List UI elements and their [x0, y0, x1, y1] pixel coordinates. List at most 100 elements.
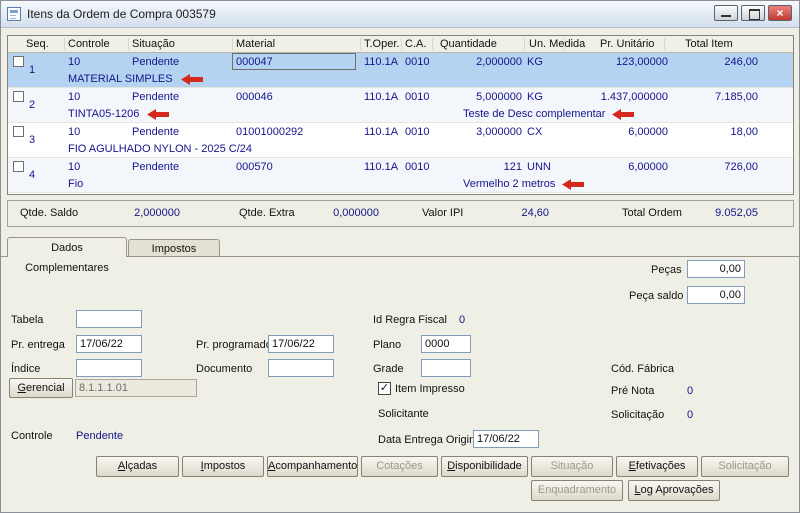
- gerencial-button[interactable]: Gerencial: [9, 378, 73, 398]
- pr-programado-input[interactable]: [268, 335, 334, 353]
- column-header-seq: Seq.: [26, 38, 49, 50]
- cell-toper: 110.1A: [364, 91, 399, 103]
- acompanhamento-button[interactable]: Acompanhamento: [267, 456, 358, 477]
- cell-descricao: TINTA05-1206: [68, 107, 170, 122]
- column-header-un-medida: Un. Medida: [529, 38, 586, 50]
- data-entrega-original-label: Data Entrega Original: [378, 434, 484, 446]
- column-separator: [128, 38, 129, 50]
- log-aprovacoes-button[interactable]: Log Aprovações: [628, 480, 720, 501]
- grid-body: 1 10 Pendente 000047 110.1A 0010 2,00000…: [8, 53, 793, 194]
- cell-un-medida: KG: [527, 91, 543, 103]
- totals-strip: Qtde. Saldo 2,000000 Qtde. Extra 0,00000…: [7, 200, 794, 227]
- pecas-input[interactable]: [687, 260, 745, 278]
- grid-row-3[interactable]: 3 10 Pendente 01001000292 110.1A 0010 3,…: [8, 123, 793, 158]
- grid-row-4[interactable]: 4 10 Pendente 000570 110.1A 0010 121 UNN…: [8, 158, 793, 193]
- column-separator: [432, 38, 433, 50]
- cell-controle: 10: [68, 161, 81, 173]
- cell-total-item: 18,00: [730, 126, 758, 138]
- tab-impostos[interactable]: Impostos: [128, 239, 220, 257]
- documento-input[interactable]: [268, 359, 334, 377]
- peca-saldo-input[interactable]: [687, 286, 745, 304]
- cell-seq: 1: [28, 64, 36, 76]
- column-header-controle: Controle: [68, 38, 110, 50]
- cell-un-medida: KG: [527, 56, 543, 68]
- cell-material: 01001000292: [236, 126, 304, 138]
- column-separator: [64, 38, 65, 50]
- id-regra-fiscal-value: 0: [459, 314, 466, 326]
- grade-input[interactable]: [421, 359, 471, 377]
- window-title: Itens da Ordem de Compra 003579: [27, 7, 216, 21]
- grid-row-2[interactable]: 2 10 Pendente 000046 110.1A 0010 5,00000…: [8, 88, 793, 123]
- cell-quantidade: 121: [503, 161, 522, 173]
- close-button[interactable]: ×: [768, 5, 792, 21]
- cell-quantidade: 2,000000: [476, 56, 522, 68]
- total-ordem-label: Total Ordem: [622, 207, 682, 219]
- cell-un-medida: UNN: [527, 161, 551, 173]
- window-icon: [7, 7, 21, 21]
- column-separator: [524, 38, 525, 50]
- cell-toper: 110.1A: [364, 126, 399, 138]
- item-impresso-checkbox[interactable]: ✓: [378, 382, 391, 395]
- item-impresso-label: Item Impresso: [395, 383, 465, 395]
- cell-pr-unitario: 6,00000: [628, 126, 668, 138]
- column-separator: [232, 38, 233, 50]
- documento-label: Documento: [196, 363, 253, 375]
- pr-programado-label: Pr. programado: [196, 339, 272, 351]
- cell-total-item: 7.185,00: [715, 91, 758, 103]
- solicitacao-label: Solicitação: [611, 409, 665, 421]
- cell-ca: 0010: [405, 56, 430, 68]
- indice-label: Índice: [11, 363, 41, 375]
- cell-situacao: Pendente: [132, 91, 180, 103]
- annotation-arrow-icon: [147, 109, 170, 120]
- solicitacao-value: 0: [687, 409, 694, 421]
- cell-seq: 4: [28, 169, 36, 181]
- minimize-button[interactable]: [714, 5, 738, 21]
- efetivacoes-button[interactable]: Efetivações: [616, 456, 698, 477]
- column-header-situacao: Situação: [132, 38, 175, 50]
- column-header-toper: T.Oper.: [364, 38, 400, 50]
- data-entrega-original-input[interactable]: [473, 430, 539, 448]
- cell-seq: 2: [28, 99, 36, 111]
- tabela-input[interactable]: [76, 310, 142, 328]
- tab-dados-complementares[interactable]: Dados Complementares: [7, 237, 127, 274]
- grid-row-1[interactable]: 1 10 Pendente 000047 110.1A 0010 2,00000…: [8, 53, 793, 88]
- column-header-pr-unitario: Pr. Unitário: [600, 38, 655, 50]
- column-header-total-item: Total Item: [685, 38, 733, 50]
- cell-situacao: Pendente: [132, 161, 180, 173]
- cell-material: 000570: [236, 161, 273, 173]
- cell-toper: 110.1A: [364, 161, 399, 173]
- cell-descricao: MATERIAL SIMPLES: [68, 72, 203, 87]
- indice-input[interactable]: [76, 359, 142, 377]
- cell-material: 000047: [236, 56, 273, 68]
- cell-total-item: 726,00: [724, 161, 758, 173]
- pr-entrega-input[interactable]: [76, 335, 142, 353]
- total-ordem-value: 9.052,05: [715, 207, 758, 219]
- disponibilidade-button[interactable]: Disponibilidade: [441, 456, 528, 477]
- cell-ca: 0010: [405, 126, 430, 138]
- pr-entrega-label: Pr. entrega: [11, 339, 65, 351]
- cell-ca: 0010: [405, 161, 430, 173]
- column-separator: [401, 38, 402, 50]
- impostos-button[interactable]: Impostos: [182, 456, 264, 477]
- title-bar: Itens da Ordem de Compra 003579: [1, 1, 799, 28]
- cell-un-medida: CX: [527, 126, 543, 138]
- qtde-saldo-label: Qtde. Saldo: [20, 207, 79, 219]
- close-icon: ×: [776, 6, 784, 20]
- valor-ipi-value: 24,60: [521, 207, 549, 219]
- grid-header: Seq. Controle Situação Material T.Oper. …: [8, 36, 793, 53]
- purchase-order-items-dialog: Itens da Ordem de Compra 003579 × Seq. C…: [0, 0, 800, 513]
- alcadas-button[interactable]: Alçadas: [96, 456, 179, 477]
- cell-controle: 10: [68, 91, 81, 103]
- cell-situacao: Pendente: [132, 126, 180, 138]
- cell-toper: 110.1A: [364, 56, 399, 68]
- maximize-button[interactable]: [741, 5, 765, 21]
- plano-input[interactable]: [421, 335, 471, 353]
- id-regra-fiscal-label: Id Regra Fiscal: [373, 314, 447, 326]
- column-separator: [360, 38, 361, 50]
- pre-nota-label: Pré Nota: [611, 385, 655, 397]
- annotation-arrow-icon: [180, 74, 203, 85]
- cell-observacao: Teste de Desc complementar: [463, 107, 635, 122]
- controle-value: Pendente: [76, 430, 124, 442]
- tabela-label: Tabela: [11, 314, 44, 326]
- window-controls: ×: [714, 5, 792, 21]
